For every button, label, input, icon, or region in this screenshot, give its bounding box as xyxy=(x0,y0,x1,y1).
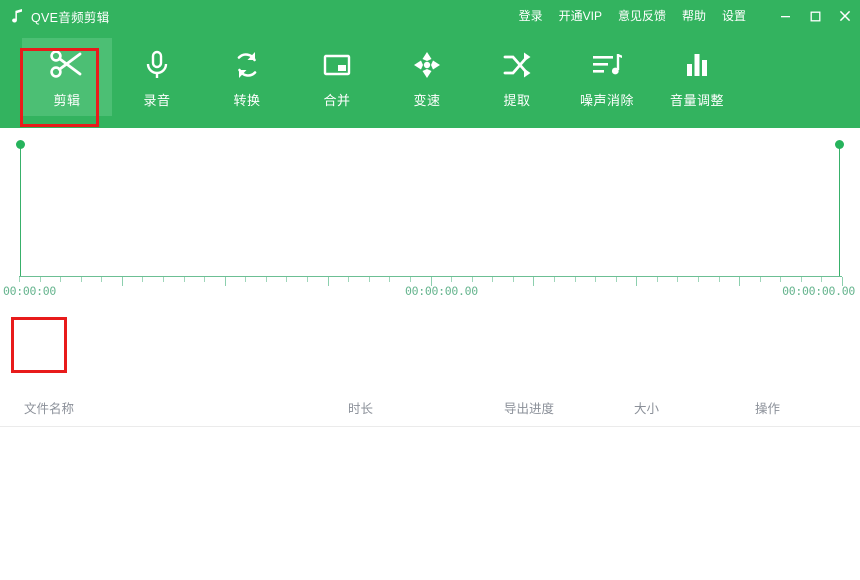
merge-square-icon xyxy=(320,45,354,85)
toolbar-item-speed-label: 变速 xyxy=(413,90,440,109)
ruler-tick xyxy=(369,277,370,282)
ruler-tick xyxy=(760,277,761,282)
maximize-icon[interactable] xyxy=(800,0,830,32)
timeline-labels: 00:00:00 00:00:00.00 00:00:00.00 xyxy=(0,284,860,300)
ruler-tick xyxy=(81,277,82,282)
noise-reduction-icon xyxy=(589,45,625,85)
ruler-tick xyxy=(266,277,267,282)
ruler-tick xyxy=(616,277,617,282)
ruler-tick xyxy=(389,277,390,282)
shuffle-extract-icon xyxy=(500,45,534,85)
ruler-tick xyxy=(677,277,678,282)
selection-marker-right[interactable] xyxy=(839,144,840,276)
ruler-tick xyxy=(60,277,61,282)
ruler-tick xyxy=(286,277,287,282)
toolbar-item-volume-adjust[interactable]: 音量调整 xyxy=(652,38,742,116)
table-column-size: 大小 xyxy=(634,398,659,417)
microphone-icon xyxy=(140,45,174,85)
titlebar-link-help[interactable]: 帮助 xyxy=(674,0,714,32)
titlebar-link-vip[interactable]: 开通VIP xyxy=(551,0,610,32)
ruler-tick xyxy=(554,277,555,282)
ruler-tick xyxy=(348,277,349,282)
ruler-tick xyxy=(307,277,308,282)
timeline-current-time: 00:00:00.00 xyxy=(405,284,478,298)
toolbar-item-merge-label: 合并 xyxy=(323,90,350,109)
titlebar-link-login[interactable]: 登录 xyxy=(515,0,551,32)
convert-arrows-icon xyxy=(230,45,264,85)
toolbar-item-record[interactable]: 录音 xyxy=(112,38,202,116)
toolbar-item-extract[interactable]: 提取 xyxy=(472,38,562,116)
ruler-tick xyxy=(40,277,41,282)
ruler-tick xyxy=(204,277,205,282)
ruler-tick xyxy=(595,277,596,282)
ruler-tick xyxy=(801,277,802,282)
title-bar-left: QVE音频剪辑 xyxy=(0,7,110,26)
ruler-tick xyxy=(184,277,185,282)
control-bar: LP 00:00:00.00 RP 00:00:00.00 xyxy=(0,310,860,382)
toolbar-item-noise-reduction-label: 噪声消除 xyxy=(580,90,634,109)
selection-marker-left[interactable] xyxy=(20,144,21,276)
marker-handle-left-icon[interactable] xyxy=(16,140,25,149)
ruler-tick xyxy=(163,277,164,282)
waveform-canvas[interactable] xyxy=(18,144,842,276)
window-controls xyxy=(770,0,860,32)
table-column-filename: 文件名称 xyxy=(24,398,74,417)
toolbar-item-record-label: 录音 xyxy=(143,90,170,109)
close-icon[interactable] xyxy=(830,0,860,32)
ruler-tick xyxy=(492,277,493,282)
ruler-tick xyxy=(142,277,143,282)
table-column-duration: 时长 xyxy=(348,398,373,417)
ruler-tick xyxy=(410,277,411,282)
music-note-icon xyxy=(10,8,24,24)
ruler-tick xyxy=(245,277,246,282)
titlebar-link-settings[interactable]: 设置 xyxy=(714,0,754,32)
toolbar-item-merge[interactable]: 合并 xyxy=(292,38,382,116)
volume-bars-icon xyxy=(680,45,714,85)
ruler-tick xyxy=(657,277,658,282)
toolbar-item-noise-reduction[interactable]: 噪声消除 xyxy=(562,38,652,116)
app-title: QVE音频剪辑 xyxy=(31,7,110,26)
toolbar-item-speed[interactable]: 变速 xyxy=(382,38,472,116)
ruler-tick xyxy=(575,277,576,282)
timeline-total-time: 00:00:00.00 xyxy=(782,284,855,298)
scissors-icon xyxy=(49,45,85,85)
marker-handle-right-icon[interactable] xyxy=(835,140,844,149)
ruler-tick xyxy=(101,277,102,282)
toolbar-item-convert-label: 转换 xyxy=(233,90,260,109)
toolbar-item-volume-adjust-label: 音量调整 xyxy=(670,90,724,109)
toolbar-item-edit[interactable]: 剪辑 xyxy=(22,38,112,116)
title-bar-right: 登录 开通VIP 意见反馈 帮助 设置 xyxy=(515,0,860,32)
ruler-tick xyxy=(513,277,514,282)
table-column-export-progress: 导出进度 xyxy=(504,398,554,417)
toolbar-item-edit-label: 剪辑 xyxy=(53,90,80,109)
file-list-table: 文件名称 时长 导出进度 大小 操作 xyxy=(0,382,860,580)
toolbar-item-convert[interactable]: 转换 xyxy=(202,38,292,116)
table-body-empty xyxy=(0,428,860,580)
table-header-row: 文件名称 时长 导出进度 大小 操作 xyxy=(0,382,860,427)
title-bar: QVE音频剪辑 登录 开通VIP 意见反馈 帮助 设置 xyxy=(0,0,860,32)
minimize-icon[interactable] xyxy=(770,0,800,32)
ruler-tick xyxy=(821,277,822,282)
table-column-actions: 操作 xyxy=(755,398,780,417)
ruler-tick xyxy=(698,277,699,282)
timeline-start-time: 00:00:00 xyxy=(3,284,56,298)
ruler-tick xyxy=(719,277,720,282)
toolbar-item-extract-label: 提取 xyxy=(503,90,530,109)
ruler-tick xyxy=(19,277,20,282)
ruler-tick xyxy=(472,277,473,282)
ruler-tick xyxy=(451,277,452,282)
titlebar-link-feedback[interactable]: 意见反馈 xyxy=(610,0,674,32)
main-toolbar: 剪辑 录音 转换 xyxy=(0,32,860,128)
waveform-panel[interactable] xyxy=(0,128,860,308)
speed-icon xyxy=(410,45,444,85)
ruler-tick xyxy=(780,277,781,282)
app-window: QVE音频剪辑 登录 开通VIP 意见反馈 帮助 设置 xyxy=(0,0,860,580)
